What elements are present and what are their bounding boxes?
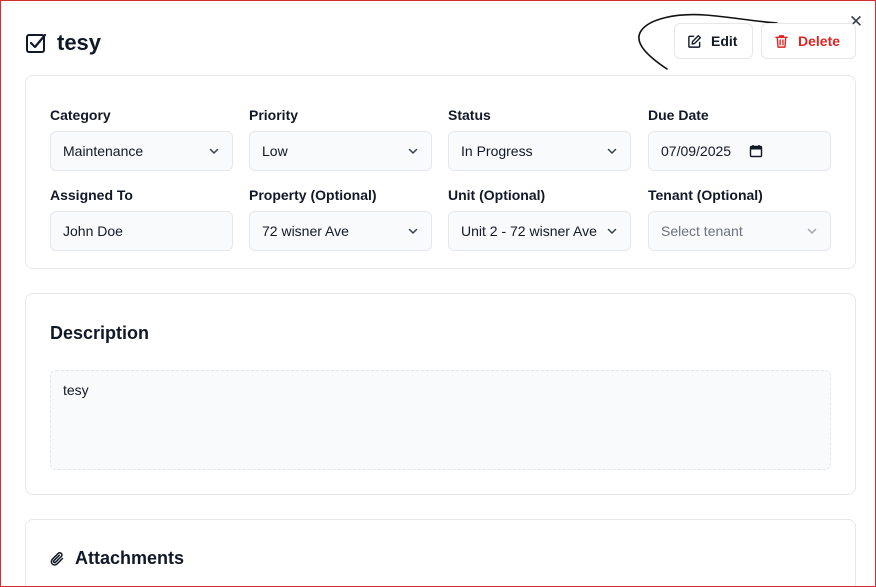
category-label: Category [50,107,111,123]
unit-label: Unit (Optional) [448,187,546,203]
due-date-field: Due Date 07/09/2025 [648,106,831,171]
task-details-card: Category Maintenance Priority Low Status… [25,75,856,269]
unit-field: Unit (Optional) Unit 2 - 72 wisner Ave [448,186,631,251]
tenant-field: Tenant (Optional) Select tenant [648,186,831,251]
edit-label: Edit [711,33,738,49]
chevron-down-icon [607,148,617,154]
assigned-to-value: John Doe [63,223,123,239]
property-select[interactable]: 72 wisner Ave [249,211,432,251]
attachments-header: Attachments [50,548,184,569]
chevron-down-icon [209,148,219,154]
status-label: Status [448,107,491,123]
task-header: tesy [25,29,101,57]
trash-icon [775,34,788,48]
tenant-label: Tenant (Optional) [648,187,763,203]
property-label: Property (Optional) [249,187,377,203]
status-value: In Progress [461,143,533,159]
due-date-value: 07/09/2025 [661,143,732,159]
description-text: tesy [50,370,831,470]
attachments-card: Attachments [25,519,856,586]
property-field: Property (Optional) 72 wisner Ave [249,186,432,251]
delete-label: Delete [798,33,841,49]
unit-value: Unit 2 - 72 wisner Ave [461,223,597,239]
task-detail-modal: ✕ tesy Edit Delete Category Maintenance … [0,0,876,587]
checkbox-icon [26,33,47,53]
tenant-select[interactable]: Select tenant [648,211,831,251]
priority-label: Priority [249,107,299,123]
assigned-to-field: Assigned To John Doe [50,186,233,251]
description-card: Description tesy [25,293,856,495]
chevron-down-icon [807,228,817,234]
priority-field: Priority Low [249,106,432,171]
chevron-down-icon [408,148,418,154]
due-date-label: Due Date [648,107,709,123]
property-value: 72 wisner Ave [262,223,349,239]
calendar-icon[interactable] [749,144,763,158]
edit-icon [688,34,702,48]
assigned-to-input[interactable]: John Doe [50,211,233,251]
assigned-to-label: Assigned To [50,187,133,203]
due-date-input[interactable]: 07/09/2025 [648,131,831,171]
edit-button[interactable]: Edit [674,23,753,59]
delete-button[interactable]: Delete [761,23,856,59]
description-heading: Description [50,323,150,343]
priority-select[interactable]: Low [249,131,432,171]
priority-value: Low [262,143,288,159]
category-value: Maintenance [63,143,144,159]
paperclip-icon [50,551,64,566]
task-title: tesy [57,30,102,55]
chevron-down-icon [408,228,418,234]
category-select[interactable]: Maintenance [50,131,233,171]
category-field: Category Maintenance [50,106,233,171]
chevron-down-icon [607,228,617,234]
unit-select[interactable]: Unit 2 - 72 wisner Ave [448,211,631,251]
attachments-heading: Attachments [75,548,185,568]
status-select[interactable]: In Progress [448,131,631,171]
tenant-placeholder: Select tenant [661,223,743,239]
status-field: Status In Progress [448,106,631,171]
task-actions: Edit Delete [674,23,856,59]
